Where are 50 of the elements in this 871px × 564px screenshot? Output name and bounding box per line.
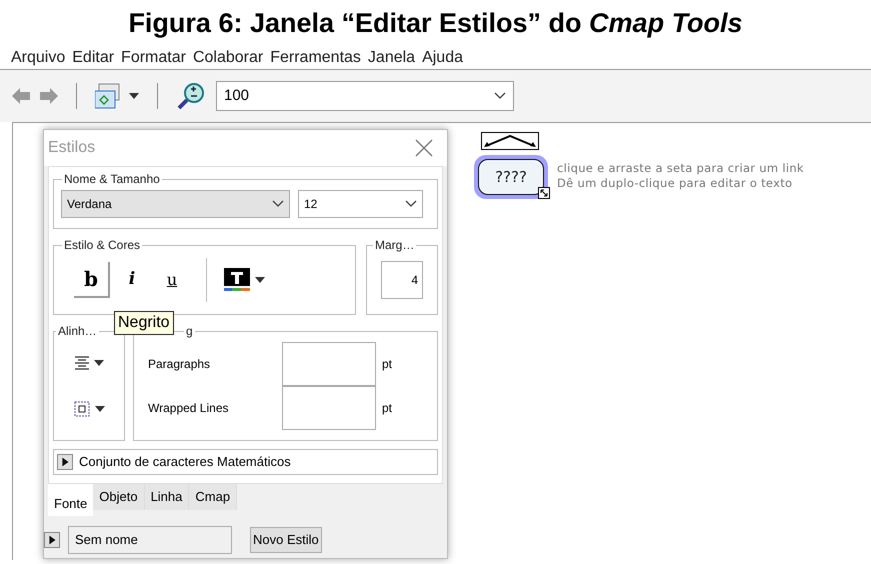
bold-button[interactable]: b: [74, 262, 110, 298]
frame-icon[interactable]: [73, 400, 91, 418]
size-combo[interactable]: 12: [298, 190, 423, 218]
text-color-icon[interactable]: [223, 266, 251, 294]
align-center-icon[interactable]: [74, 354, 90, 370]
menu-item[interactable]: Formatar: [121, 46, 186, 70]
style-name-field[interactable]: Sem nome: [68, 526, 232, 554]
caret-icon: [95, 406, 105, 412]
charset-bar[interactable]: Conjunto de caracteres Matemáticos: [53, 449, 438, 475]
figure-caption: Figura 6: Janela “Editar Estilos” do Cmap Tools: [128, 6, 743, 40]
tab[interactable]: Cmap: [189, 484, 238, 510]
font-combo[interactable]: Verdana: [61, 190, 290, 218]
margin-field[interactable]: 4: [381, 261, 423, 299]
close-icon[interactable]: [415, 139, 433, 157]
resize-icon[interactable]: [538, 187, 550, 199]
spacing-label: Paragraphs: [148, 356, 212, 373]
tooltip: Negrito: [114, 311, 174, 335]
menu-item[interactable]: Arquivo: [11, 46, 66, 70]
caret-icon: [94, 360, 104, 366]
underline-button[interactable]: u: [154, 262, 190, 298]
expand-button[interactable]: [44, 532, 60, 548]
menu-item[interactable]: Ferramentas: [270, 46, 361, 70]
menu-item[interactable]: Janela: [368, 46, 416, 70]
spacing-field[interactable]: [282, 342, 376, 386]
spacing-field[interactable]: [282, 386, 376, 430]
chevron-down-icon: [494, 92, 506, 100]
zoom-icon[interactable]: [176, 81, 206, 111]
spacing-label: Wrapped Lines: [148, 400, 230, 417]
menu-item[interactable]: Editar: [72, 46, 114, 70]
unit-label: pt: [382, 356, 392, 373]
new-style-button[interactable]: Novo Estilo: [250, 527, 322, 553]
tab[interactable]: Fonte: [48, 484, 94, 516]
chevron-down-icon: [405, 200, 417, 208]
tab[interactable]: Linha: [144, 484, 190, 510]
link-arrows-icon[interactable]: [481, 132, 539, 150]
zoom-combo[interactable]: 100: [216, 81, 514, 111]
hint-text: clique e arraste a seta para criar um link: [557, 161, 804, 176]
forward-arrow-icon[interactable]: [40, 88, 58, 104]
caret-icon: [255, 277, 265, 283]
concept-node[interactable]: ????: [474, 155, 548, 199]
hint-text: Dê um duplo-clique para editar o texto: [557, 176, 794, 191]
menu-item[interactable]: Ajuda: [422, 46, 463, 70]
window-title: Estilos: [48, 138, 96, 158]
caret-icon: [129, 93, 139, 99]
back-arrow-icon[interactable]: [12, 88, 30, 104]
chevron-down-icon: [272, 200, 284, 208]
unit-label: pt: [382, 400, 392, 417]
italic-button[interactable]: i: [114, 262, 150, 298]
tab[interactable]: Objeto: [93, 484, 145, 510]
menu-item[interactable]: Colaborar: [192, 46, 264, 70]
